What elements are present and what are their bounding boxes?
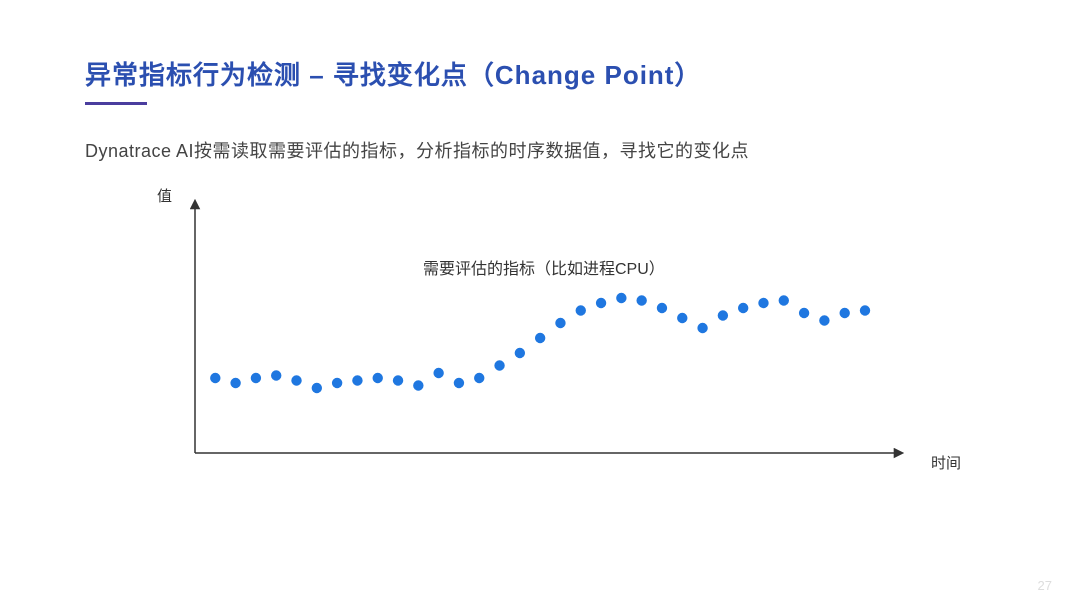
x-axis-label: 时间 [931, 452, 961, 473]
chart-annotation: 需要评估的指标（比如进程CPU） [423, 255, 665, 279]
slide-title: 异常指标行为检测 – 寻找变化点（Change Point） [85, 55, 1000, 92]
chart-plot [185, 193, 905, 483]
title-underline [85, 102, 147, 105]
slide-container: 异常指标行为检测 – 寻找变化点（Change Point） Dynatrace… [0, 0, 1080, 608]
page-number: 27 [1038, 578, 1052, 593]
chart-container: 值 需要评估的指标（比如进程CPU） 时间 [185, 193, 905, 483]
y-axis-label: 值 [157, 185, 172, 206]
slide-subtitle: Dynatrace AI按需读取需要评估的指标，分析指标的时序数据值，寻找它的变… [85, 137, 1000, 163]
